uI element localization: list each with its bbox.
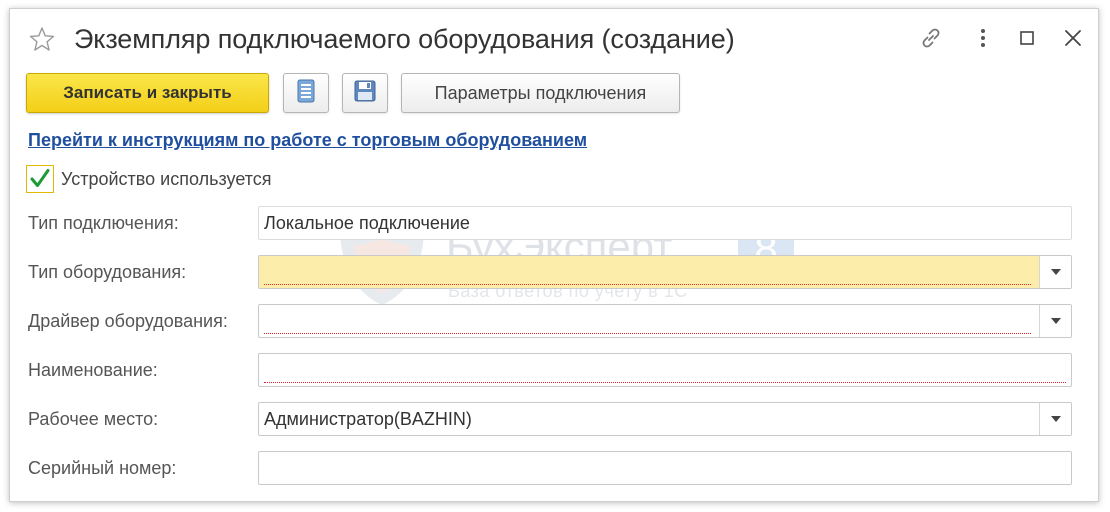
instructions-link[interactable]: Перейти к инструкциям по работе с торгов… bbox=[28, 130, 587, 151]
connection-type-value: Локальное подключение bbox=[264, 213, 470, 233]
name-label: Наименование: bbox=[28, 360, 158, 380]
serial-number-label: Серийный номер: bbox=[28, 458, 177, 478]
favorite-star-icon[interactable] bbox=[28, 25, 56, 53]
connection-type-label: Тип подключения: bbox=[28, 213, 179, 233]
required-underline bbox=[264, 382, 1066, 383]
command-bar: Записать и закрыть Параметры подключения bbox=[26, 73, 1086, 113]
title-bar: Экземпляр подключаемого оборудования (со… bbox=[10, 9, 1098, 65]
save-and-close-button[interactable]: Записать и закрыть bbox=[26, 73, 269, 113]
connection-parameters-button[interactable]: Параметры подключения bbox=[401, 73, 680, 113]
workplace-label: Рабочее место: bbox=[28, 409, 159, 429]
driver-field[interactable] bbox=[258, 304, 1072, 338]
connection-type-field[interactable]: Локальное подключение bbox=[258, 206, 1072, 240]
floppy-disk-icon bbox=[353, 79, 377, 108]
equipment-type-dropdown-button[interactable] bbox=[1039, 256, 1071, 288]
workplace-dropdown-button[interactable] bbox=[1039, 403, 1071, 435]
maximize-icon[interactable] bbox=[1014, 25, 1040, 51]
dropdown-arrow-icon bbox=[1050, 318, 1061, 324]
list-icon bbox=[295, 78, 317, 109]
driver-dropdown-button[interactable] bbox=[1039, 305, 1071, 337]
name-field[interactable] bbox=[258, 353, 1072, 387]
device-used-label: Устройство используется bbox=[61, 169, 272, 189]
dropdown-arrow-icon bbox=[1050, 269, 1061, 275]
save-button[interactable] bbox=[342, 73, 388, 113]
close-icon[interactable] bbox=[1060, 25, 1086, 51]
workplace-value: Администратор(BAZHIN) bbox=[264, 409, 472, 429]
device-used-checkbox[interactable] bbox=[26, 165, 54, 193]
dialog-window: Экземпляр подключаемого оборудования (со… bbox=[9, 8, 1099, 502]
list-button[interactable] bbox=[283, 73, 329, 113]
required-underline bbox=[264, 333, 1031, 334]
link-icon[interactable] bbox=[918, 25, 944, 51]
window-title: Экземпляр подключаемого оборудования (со… bbox=[74, 24, 735, 54]
serial-number-field[interactable] bbox=[258, 451, 1072, 485]
equipment-type-label: Тип оборудования: bbox=[28, 262, 187, 282]
checkmark-icon bbox=[30, 169, 50, 187]
required-underline bbox=[264, 284, 1031, 285]
driver-label: Драйвер оборудования: bbox=[28, 311, 228, 331]
dropdown-arrow-icon bbox=[1050, 416, 1061, 422]
equipment-type-field[interactable] bbox=[258, 255, 1072, 289]
workplace-field[interactable]: Администратор(BAZHIN) bbox=[258, 402, 1072, 436]
more-options-icon[interactable] bbox=[970, 25, 996, 51]
